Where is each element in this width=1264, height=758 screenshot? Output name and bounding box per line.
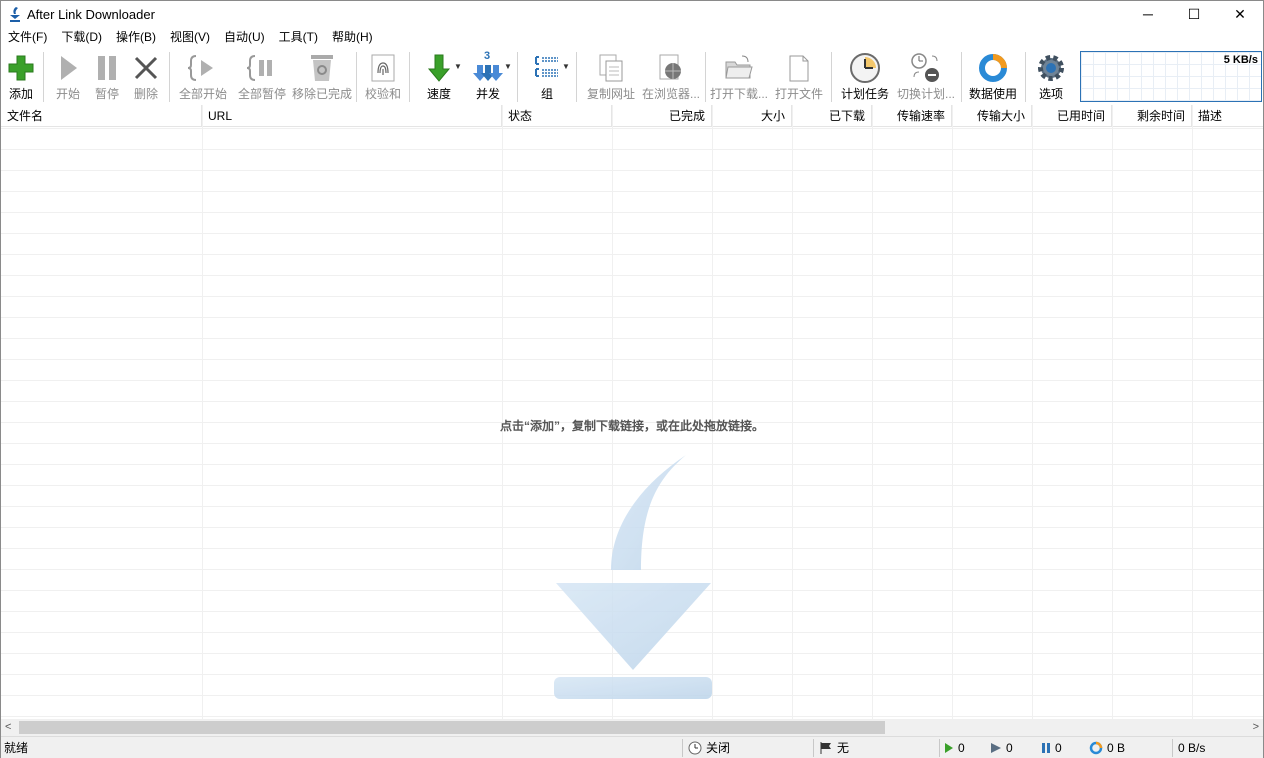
- status-bar: 就绪 关闭 无 0 0 0 0 B 0 B/s: [1, 736, 1263, 758]
- concurrency-button[interactable]: 3 并发: [468, 48, 508, 104]
- x-icon: [134, 56, 158, 80]
- maximize-button[interactable]: ☐: [1171, 1, 1217, 27]
- limit-status[interactable]: 无: [819, 740, 849, 756]
- pause-all-button[interactable]: 全部暂停: [237, 48, 287, 104]
- copy-url-button[interactable]: 复制网址: [585, 48, 637, 104]
- column-time-elapsed[interactable]: 已用时间: [1032, 105, 1112, 127]
- start-button[interactable]: 开始: [51, 48, 85, 104]
- data-usage-status: 0 B: [1089, 740, 1125, 756]
- menu-tools[interactable]: 工具(T): [272, 28, 325, 47]
- clock-icon: [850, 53, 880, 83]
- checksum-button[interactable]: 校验和: [363, 48, 403, 104]
- concurrency-dropdown-icon[interactable]: ▼: [504, 62, 512, 71]
- download-arrow-icon: [427, 54, 451, 82]
- start-all-button[interactable]: 全部开始: [178, 48, 228, 104]
- open-file-button[interactable]: 打开文件: [773, 48, 825, 104]
- toolbar: 添加 开始 暂停 删除 全部开始 全部暂停 移除已完成 校验和 速度 ▼ 3 并…: [1, 48, 1263, 104]
- watermark-logo: [554, 455, 712, 699]
- list-header: 文件名 URL 状态 已完成 大小 已下载 传输速率 传输大小 已用时间 剩余时…: [1, 105, 1263, 127]
- scheduler-status[interactable]: 关闭: [688, 740, 730, 756]
- menu-action[interactable]: 操作(B): [109, 28, 163, 47]
- data-ring-small-icon: [1089, 741, 1103, 755]
- title-bar: After Link Downloader ─ ☐ ✕: [1, 1, 1263, 27]
- clock-small-icon: [688, 741, 702, 755]
- menu-bar: 文件(F) 下载(D) 操作(B) 视图(V) 自动(U) 工具(T) 帮助(H…: [1, 28, 1263, 47]
- menu-download[interactable]: 下载(D): [54, 28, 109, 47]
- recycle-bin-icon: [311, 55, 333, 81]
- app-logo-icon: [10, 7, 20, 22]
- plus-icon: [8, 55, 34, 81]
- pause-all-icon: [247, 55, 272, 81]
- horizontal-scrollbar[interactable]: < >: [1, 719, 1263, 736]
- play-small-icon: [945, 743, 953, 753]
- speed-graph: 5 KB/s: [1080, 51, 1262, 102]
- flag-icon: [820, 742, 831, 754]
- fingerprint-icon: [371, 54, 395, 82]
- folder-open-icon: [725, 55, 753, 79]
- open-in-browser-button[interactable]: 在浏览器...: [641, 48, 701, 104]
- paused-count: 0: [1041, 740, 1062, 756]
- speed-graph-value: 5 KB/s: [1223, 54, 1258, 66]
- gear-icon: [1038, 55, 1064, 81]
- menu-auto[interactable]: 自动(U): [217, 28, 272, 47]
- column-time-remaining[interactable]: 剩余时间: [1112, 105, 1192, 127]
- speed-status: 0 B/s: [1178, 741, 1206, 755]
- options-button[interactable]: 选项: [1031, 48, 1071, 104]
- column-description[interactable]: 描述: [1192, 105, 1263, 127]
- switch-schedule-icon: [911, 53, 939, 82]
- queue-small-icon: [991, 743, 1001, 753]
- column-downloaded[interactable]: 已下载: [792, 105, 872, 127]
- running-count: 0: [944, 740, 965, 756]
- column-completed[interactable]: 已完成: [612, 105, 712, 127]
- group-button[interactable]: 组: [527, 48, 567, 104]
- concurrency-badge: 3: [484, 50, 491, 62]
- close-button[interactable]: ✕: [1217, 1, 1263, 27]
- browser-globe-icon: [659, 54, 681, 80]
- scrollbar-thumb[interactable]: [19, 721, 885, 734]
- app-window: After Link Downloader ─ ☐ ✕ 文件(F) 下载(D) …: [0, 0, 1264, 758]
- scroll-left-icon[interactable]: <: [5, 721, 11, 733]
- column-transfer-size[interactable]: 传输大小: [952, 105, 1032, 127]
- group-list-icon: [535, 56, 558, 77]
- column-status[interactable]: 状态: [502, 105, 612, 127]
- delete-button[interactable]: 删除: [129, 48, 163, 104]
- empty-hint: 点击“添加”，复制下载链接，或在此处拖放链接。: [499, 419, 764, 433]
- pause-small-icon: [1042, 743, 1050, 753]
- start-all-icon: [188, 55, 213, 81]
- column-url[interactable]: URL: [202, 105, 502, 127]
- speed-button[interactable]: 速度: [419, 48, 459, 104]
- speed-dropdown-icon[interactable]: ▼: [454, 62, 462, 71]
- menu-file[interactable]: 文件(F): [1, 28, 54, 47]
- file-icon: [789, 55, 809, 82]
- pause-button[interactable]: 暂停: [90, 48, 124, 104]
- minimize-button[interactable]: ─: [1125, 1, 1171, 27]
- window-title: After Link Downloader: [27, 7, 155, 22]
- status-text: 就绪: [4, 741, 29, 755]
- queued-count: 0: [990, 740, 1013, 756]
- menu-view[interactable]: 视图(V): [163, 28, 217, 47]
- column-filename[interactable]: 文件名: [1, 105, 202, 127]
- scheduler-button[interactable]: 计划任务: [839, 48, 891, 104]
- open-download-folder-button[interactable]: 打开下载...: [709, 48, 769, 104]
- data-usage-button[interactable]: 数据使用: [967, 48, 1019, 104]
- switch-schedule-button[interactable]: 切换计划...: [895, 48, 957, 104]
- add-button[interactable]: 添加: [4, 48, 38, 104]
- column-size[interactable]: 大小: [712, 105, 792, 127]
- data-usage-ring-icon: [979, 54, 1007, 82]
- scroll-right-icon[interactable]: >: [1253, 721, 1259, 733]
- column-transfer-rate[interactable]: 传输速率: [872, 105, 952, 127]
- remove-completed-button[interactable]: 移除已完成: [291, 48, 353, 104]
- play-icon: [61, 56, 77, 80]
- copy-document-icon: [599, 54, 623, 82]
- download-list[interactable]: 文件名 URL 状态 已完成 大小 已下载 传输速率 传输大小 已用时间 剩余时…: [1, 105, 1263, 719]
- group-dropdown-icon[interactable]: ▼: [562, 62, 570, 71]
- menu-help[interactable]: 帮助(H): [325, 28, 380, 47]
- pause-icon: [98, 56, 116, 80]
